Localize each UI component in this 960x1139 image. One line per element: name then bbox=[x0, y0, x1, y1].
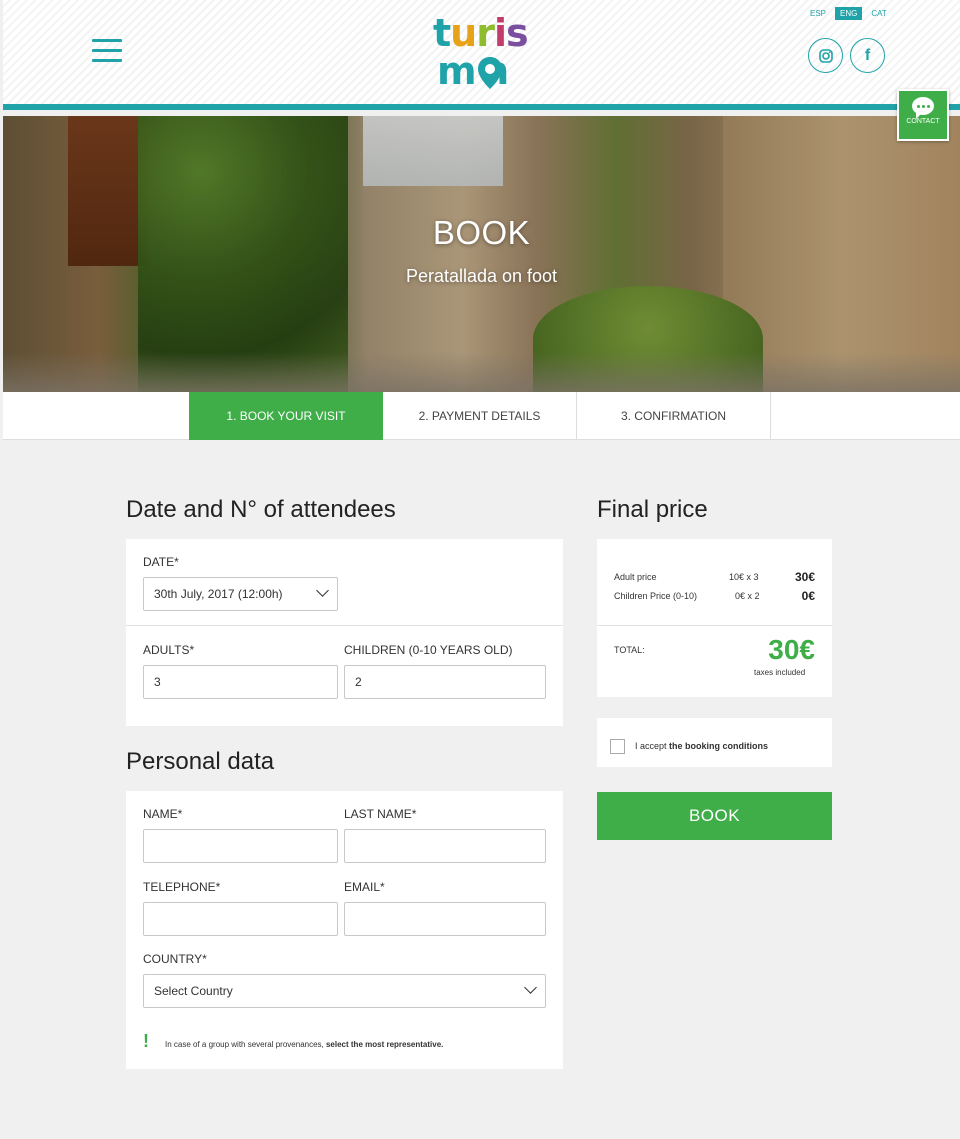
hero-banner: BOOK Peratallada on foot bbox=[3, 116, 960, 392]
total-label: TOTAL: bbox=[614, 645, 645, 655]
last-name-label: LAST NAME* bbox=[344, 807, 417, 821]
map-pin-icon bbox=[478, 57, 502, 89]
children-label: CHILDREN (0-10 YEARS OLD) bbox=[344, 643, 513, 657]
telephone-label: TELEPHONE* bbox=[143, 880, 221, 894]
hero-subtitle: Peratallada on foot bbox=[405, 266, 558, 286]
country-select[interactable]: Select Country bbox=[143, 974, 546, 1008]
accept-conditions-checkbox[interactable] bbox=[610, 739, 625, 754]
date-label: DATE* bbox=[143, 555, 179, 569]
country-note: In case of a group with several provenan… bbox=[165, 1040, 444, 1049]
lang-eng[interactable]: ENG bbox=[835, 7, 863, 20]
taxes-note: taxes included bbox=[754, 668, 806, 677]
alert-icon: ! bbox=[143, 1031, 149, 1051]
email-input[interactable] bbox=[344, 902, 546, 936]
country-label: COUNTRY* bbox=[143, 952, 207, 966]
telephone-input[interactable] bbox=[143, 902, 338, 936]
date-value: 30th July, 2017 (12:00h) bbox=[154, 587, 283, 601]
chevron-down-icon bbox=[316, 584, 329, 597]
conditions-card: I accept the booking conditions bbox=[597, 718, 832, 767]
chat-icon bbox=[912, 97, 934, 119]
children-price-value: 0€ bbox=[801, 589, 815, 603]
date-select[interactable]: 30th July, 2017 (12:00h) bbox=[143, 577, 338, 611]
name-input[interactable] bbox=[143, 829, 338, 863]
step-payment-details[interactable]: 2. PAYMENT DETAILS bbox=[383, 392, 577, 440]
personal-data-title: Personal data bbox=[126, 748, 275, 775]
logo-line-1: turis bbox=[433, 11, 529, 55]
lang-esp[interactable]: ESP bbox=[805, 7, 831, 20]
attendees-title: Date and N° of attendees bbox=[126, 496, 396, 523]
lang-cat[interactable]: CAT bbox=[866, 7, 891, 20]
attendees-card: DATE* 30th July, 2017 (12:00h) ADULTS* 3… bbox=[126, 539, 563, 726]
contact-label: CONTACT bbox=[906, 118, 940, 125]
adults-input[interactable]: 3 bbox=[143, 665, 338, 699]
adult-price-calc: 10€ x 3 bbox=[729, 572, 759, 582]
children-price-calc: 0€ x 2 bbox=[735, 591, 760, 601]
country-value: Select Country bbox=[154, 984, 233, 998]
contact-button[interactable]: CONTACT bbox=[897, 89, 949, 141]
final-price-title: Final price bbox=[597, 496, 708, 523]
name-label: NAME* bbox=[143, 807, 183, 821]
facebook-button[interactable]: f bbox=[850, 38, 885, 73]
last-name-input[interactable] bbox=[344, 829, 546, 863]
email-label: EMAIL* bbox=[344, 880, 385, 894]
children-input[interactable]: 2 bbox=[344, 665, 546, 699]
adults-label: ADULTS* bbox=[143, 643, 195, 657]
step-book-visit[interactable]: 1. BOOK YOUR VISIT bbox=[189, 392, 383, 440]
chevron-down-icon bbox=[524, 981, 537, 994]
children-price-label: Children Price (0-10) bbox=[614, 591, 698, 601]
hero-title: BOOK bbox=[432, 214, 531, 251]
instagram-icon bbox=[818, 48, 833, 63]
adult-price-label: Adult price bbox=[614, 572, 657, 582]
personal-data-card: NAME* LAST NAME* TELEPHONE* EMAIL* COUNT… bbox=[126, 791, 563, 1069]
price-card: Adult price 10€ x 3 30€ Children Price (… bbox=[597, 539, 832, 697]
booking-conditions-link[interactable]: the booking conditions bbox=[669, 741, 768, 751]
language-switcher: ESP ENG CAT bbox=[805, 7, 892, 20]
book-button[interactable]: BOOK bbox=[597, 792, 832, 840]
booking-steps: 1. BOOK YOUR VISIT 2. PAYMENT DETAILS 3.… bbox=[3, 392, 960, 440]
total-value: 30€ bbox=[768, 634, 815, 665]
site-header: turis m n ESP ENG CAT f bbox=[3, 0, 960, 110]
menu-icon[interactable] bbox=[92, 39, 122, 65]
adult-price-value: 30€ bbox=[794, 570, 815, 584]
logo[interactable]: turis m n bbox=[433, 14, 533, 98]
facebook-icon: f bbox=[864, 46, 871, 64]
conditions-text: I accept the booking conditions bbox=[635, 741, 769, 751]
instagram-button[interactable] bbox=[808, 38, 843, 73]
step-confirmation[interactable]: 3. CONFIRMATION bbox=[577, 392, 771, 440]
